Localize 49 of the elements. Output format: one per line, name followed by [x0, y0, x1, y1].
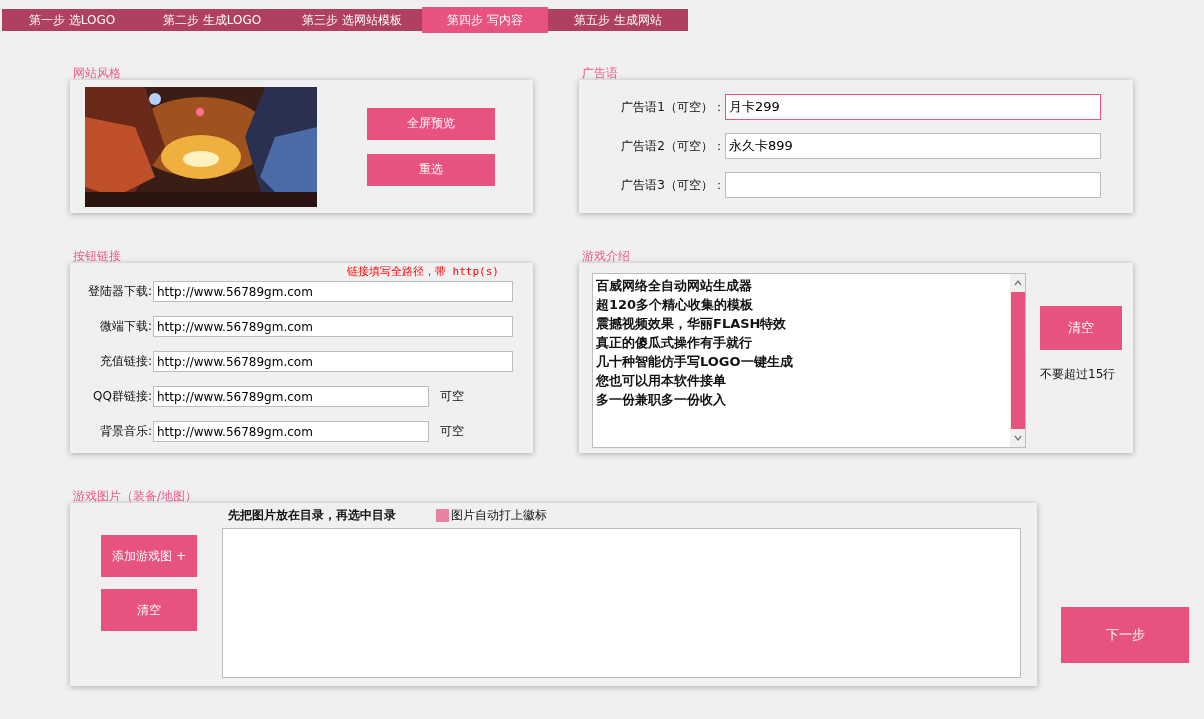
field-label: 背景音乐:: [98, 423, 152, 440]
section-title: 游戏图片（装备/地图）: [72, 489, 199, 503]
clear-button[interactable]: 清空: [101, 589, 197, 631]
note-text: 可空: [440, 423, 464, 440]
text-line: 几十种智能仿手写LOGO一键生成: [596, 353, 794, 371]
section-title: 按钮链接: [72, 249, 122, 263]
scroll-up-icon[interactable]: [1012, 279, 1023, 287]
slogan-field[interactable]: 永久卡899: [725, 133, 1101, 159]
action-button[interactable]: 重选: [367, 153, 495, 186]
add-image-button[interactable]: 添加游戏图 +: [101, 535, 197, 577]
step-tab[interactable]: 第五步 生成网站: [548, 9, 688, 31]
link-field[interactable]: http://www.56789gm.com: [153, 421, 429, 442]
field-label: 广告语3（可空）：: [620, 176, 725, 194]
hint-text: 链接填写全路径，带 http(s): [347, 264, 499, 279]
watermark-checkbox[interactable]: 图片自动打上徽标: [436, 507, 547, 524]
step-tab[interactable]: 第一步 选LOGO: [2, 9, 142, 31]
field-label: 广告语2（可空）：: [620, 137, 725, 155]
scroll-down-icon[interactable]: [1012, 434, 1023, 442]
field-label: 充值链接:: [98, 353, 152, 370]
text-line: 百威网络全自动网站生成器: [596, 277, 753, 295]
text-line: 超120多个精心收集的模板: [596, 296, 755, 314]
note-text: 可空: [440, 388, 464, 405]
section-title: 广告语: [581, 66, 619, 80]
text-area[interactable]: 百威网络全自动网站生成器 超120多个精心收集的模板 震撼视频效果，华丽FLASH特效 真正的傻瓜式操作有手就行 几十种智能仿手写LOGO一键生成 您也可以用本软件接单 多一份兼职多一份收入: [592, 273, 1026, 448]
link-field[interactable]: http://www.56789gm.com: [153, 316, 513, 337]
slogan-field[interactable]: [725, 172, 1101, 198]
field-label: 微端下载:: [98, 318, 152, 335]
next-button[interactable]: 下一步: [1061, 607, 1189, 663]
action-button[interactable]: 全屏预览: [367, 107, 495, 140]
section-title: 游戏介绍: [581, 249, 631, 263]
text-line: 震撼视频效果，华丽FLASH特效: [596, 315, 788, 333]
text-line: 您也可以用本软件接单: [596, 372, 727, 390]
note-text: 不要超过15行: [1040, 366, 1117, 383]
clear-button[interactable]: 清空: [1040, 306, 1122, 350]
text-line: 真正的傻瓜式操作有手就行: [596, 334, 753, 352]
text-line: 多一份兼职多一份收入: [596, 391, 727, 409]
field-label: 广告语1（可空）：: [620, 98, 725, 116]
step-tab[interactable]: 第四步 写内容: [422, 7, 548, 33]
instruction-text: 先把图片放在目录，再选中目录: [228, 507, 397, 524]
step-tab[interactable]: 第二步 生成LOGO: [142, 9, 282, 31]
step-tab[interactable]: 第三步 选网站模板: [282, 9, 422, 31]
link-field[interactable]: http://www.56789gm.com: [153, 386, 429, 407]
scrollbar[interactable]: [1010, 274, 1025, 447]
link-field[interactable]: http://www.56789gm.com: [153, 281, 513, 302]
slogan-field[interactable]: 月卡299: [725, 94, 1101, 120]
section-title: 网站风格: [72, 66, 122, 80]
field-label: 登陆器下载:: [86, 283, 152, 300]
field-label: QQ群链接:: [92, 388, 152, 405]
link-field[interactable]: http://www.56789gm.com: [153, 351, 513, 372]
